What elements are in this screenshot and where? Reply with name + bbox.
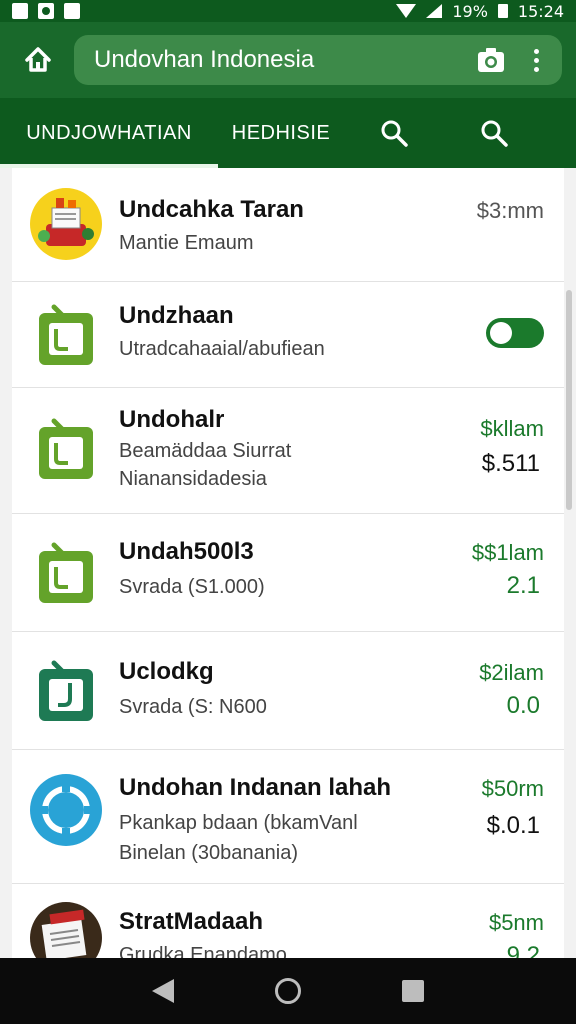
tab-primary[interactable]: UNDJOWHATIAN: [0, 98, 218, 168]
search-bar[interactable]: Undovhan Indonesia: [74, 35, 562, 85]
search-button[interactable]: [444, 98, 544, 168]
message-icon: [64, 3, 80, 19]
item-title: Undzhaan: [119, 302, 234, 329]
status-bar: 19% 15:24: [0, 0, 576, 22]
item-subtitle: Svrada (S: N600: [119, 696, 267, 718]
item-title: Undah500l3: [119, 538, 254, 565]
item-amount: $.0.1: [486, 812, 540, 839]
tab-bar: UNDJOWHATIAN HEDHISIE: [0, 98, 576, 168]
list-item[interactable]: Undzhaan Utradcahaaial/abufiean: [12, 282, 564, 388]
notification-icons: [12, 3, 80, 19]
dot-icon: [533, 57, 539, 63]
item-subtitle-2: Nianansidadesia: [119, 468, 267, 490]
camera-button[interactable]: [470, 39, 512, 81]
item-price: $2ilam: [479, 660, 544, 685]
item-subtitle: Mantie Emaum: [119, 232, 254, 254]
item-amount: 9.2: [506, 942, 540, 958]
wifi-icon: [396, 4, 417, 18]
list-item[interactable]: StratMadaah Grudka Enandamo $5nm 9.2: [12, 884, 564, 958]
item-title: StratMadaah: [119, 908, 264, 935]
camera-icon: [478, 48, 504, 72]
item-title: Undcahka Taran: [119, 196, 304, 223]
clock: 15:24: [517, 1, 564, 21]
list-item[interactable]: Undah500l3 Svrada (S1.000) $$1lam 2.1: [12, 514, 564, 632]
item-amount: $.511: [481, 450, 540, 477]
recents-button[interactable]: [383, 961, 443, 1021]
search-icon: [481, 120, 508, 147]
tab-secondary[interactable]: HEDHISIE: [218, 98, 344, 168]
item-price: $50rm: [481, 776, 544, 801]
navigation-bar: [0, 958, 576, 1024]
item-amount: 0.0: [506, 692, 540, 719]
item-title: Undohalr: [119, 406, 225, 433]
results-list: Undcahka Taran Mantie Emaum $3:mm Undzha…: [12, 168, 564, 958]
recents-icon: [402, 980, 425, 1002]
dot-icon: [533, 66, 539, 72]
app-bar: Undovhan Indonesia: [0, 22, 576, 98]
item-price: $$1lam: [471, 540, 544, 565]
item-subtitle-2: Binelan (30banania): [119, 842, 299, 864]
item-price: $3:mm: [476, 198, 544, 223]
green-app-icon: [30, 536, 102, 608]
signal-icon: [426, 4, 443, 18]
scrollbar[interactable]: [566, 290, 572, 510]
green-app-icon: [30, 412, 102, 484]
more-options-button[interactable]: [524, 39, 548, 81]
battery-icon: [497, 4, 508, 18]
item-amount: 2.1: [506, 572, 540, 599]
notification-icon: [12, 3, 28, 19]
enable-toggle[interactable]: [486, 318, 544, 348]
list-item[interactable]: Undcahka Taran Mantie Emaum $3:mm: [12, 168, 564, 282]
green-app-icon: [30, 298, 102, 370]
teal-app-icon: [30, 654, 102, 726]
list-item[interactable]: Uclodkg Svrada (S: N600 $2ilam 0.0: [12, 632, 564, 750]
item-subtitle: Utradcahaaial/abufiean: [119, 338, 325, 360]
home-nav-button[interactable]: [258, 961, 318, 1021]
search-icon: [381, 120, 408, 147]
tab-search-button[interactable]: [344, 98, 444, 168]
item-subtitle: Pkankap bdaan (bkamVanl: [119, 812, 358, 834]
item-price: $5nm: [488, 910, 544, 935]
document-app-icon: [30, 902, 102, 958]
home-button[interactable]: [14, 36, 62, 84]
item-price: $kllam: [480, 416, 544, 441]
item-subtitle: Beamäddaa Siurrat: [119, 440, 292, 462]
item-title: Undohan Indanan lahah: [119, 774, 392, 801]
item-title: Uclodkg: [119, 658, 214, 685]
battery-percent: 19%: [452, 1, 488, 21]
system-status: 19% 15:24: [396, 2, 564, 21]
location-icon: [38, 3, 54, 19]
list-item[interactable]: Undohalr Beamäddaa Siurrat Nianansidades…: [12, 388, 564, 514]
back-icon: [151, 979, 174, 1003]
list-item[interactable]: Undohan Indanan lahah Pkankap bdaan (bka…: [12, 750, 564, 884]
home-icon: [25, 47, 51, 72]
gear-app-icon: [30, 774, 102, 846]
dot-icon: [533, 48, 539, 54]
item-subtitle: Svrada (S1.000): [119, 576, 265, 598]
home-circle-icon: [274, 978, 301, 1004]
search-query[interactable]: Undovhan Indonesia: [94, 46, 470, 74]
back-button[interactable]: [133, 961, 193, 1021]
item-subtitle: Grudka Enandamo: [119, 944, 287, 958]
food-basket-icon: [30, 188, 102, 260]
